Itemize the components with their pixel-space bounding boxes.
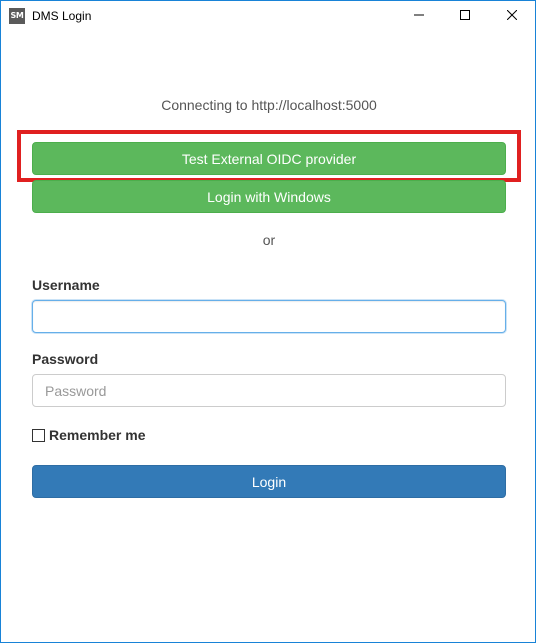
- app-icon: SM: [9, 8, 25, 24]
- minimize-icon: [414, 7, 424, 25]
- maximize-icon: [460, 7, 470, 25]
- username-label: Username: [32, 277, 100, 293]
- title-bar[interactable]: SM DMS Login: [1, 1, 535, 31]
- username-input[interactable]: [32, 300, 506, 333]
- close-icon: [506, 7, 518, 25]
- remember-me[interactable]: Remember me: [32, 427, 146, 443]
- password-label: Password: [32, 351, 99, 367]
- remember-label[interactable]: Remember me: [49, 427, 146, 443]
- connection-status: Connecting to http://localhost:5000: [161, 97, 377, 113]
- windows-login-button[interactable]: Login with Windows: [32, 180, 506, 213]
- login-window: SM DMS Login Connecting to http://localh…: [0, 0, 536, 643]
- maximize-button[interactable]: [442, 1, 488, 31]
- minimize-button[interactable]: [396, 1, 442, 31]
- remember-checkbox[interactable]: [32, 428, 45, 442]
- login-button[interactable]: Login: [32, 465, 506, 498]
- or-separator: or: [262, 232, 276, 248]
- oidc-login-button[interactable]: Test External OIDC provider: [32, 142, 506, 175]
- window-title: DMS Login: [32, 9, 92, 23]
- password-input[interactable]: [32, 374, 506, 407]
- close-button[interactable]: [489, 1, 535, 31]
